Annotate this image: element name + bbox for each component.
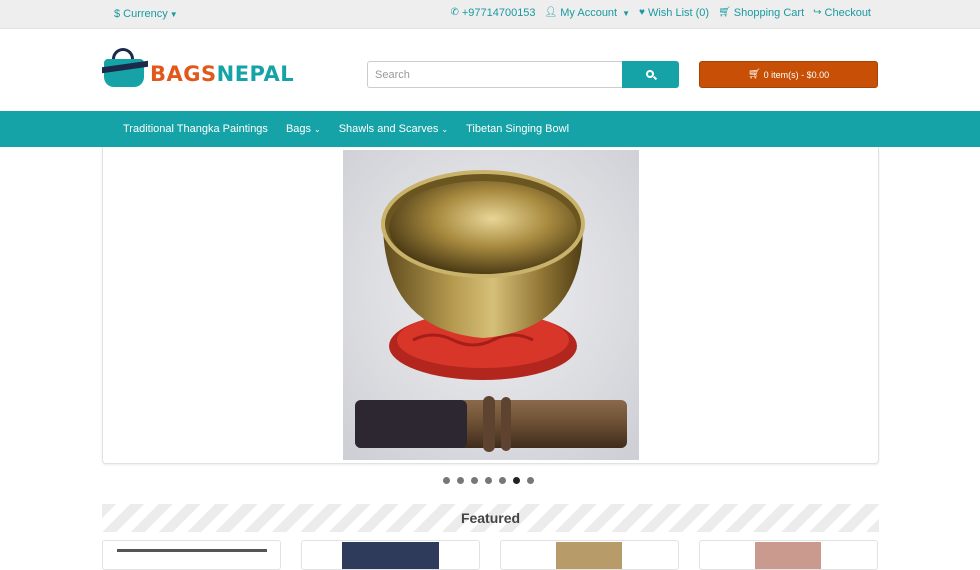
product-thumbnail: [755, 542, 821, 569]
menu-item-label: Bags: [285, 123, 312, 135]
menu-item-label: Shawls and Scarves: [338, 123, 439, 135]
phone-icon: ✆: [450, 7, 459, 18]
product-card[interactable]: [500, 540, 679, 570]
share-icon: ↪: [813, 7, 822, 18]
product-thumbnail: [556, 542, 622, 569]
shopping-cart-link[interactable]: 🛒︎ Shopping Cart: [718, 7, 804, 19]
header: BAGSNEPAL 🛒︎ 0 item(s) - $0.00: [0, 29, 980, 111]
bag-logo-icon: [102, 48, 148, 88]
heart-icon: ♥: [639, 7, 645, 18]
cart-button[interactable]: 🛒︎ 0 item(s) - $0.00: [699, 61, 878, 88]
slider-pagination: [443, 477, 534, 484]
phone-link[interactable]: ✆ +97714700153: [450, 7, 535, 19]
logo-text-part1: BAGS: [150, 62, 217, 86]
my-account-dropdown[interactable]: 👤︎ My Account ▼: [545, 7, 630, 19]
featured-heading-bar: Featured: [102, 504, 879, 532]
search-button[interactable]: [622, 61, 679, 88]
search-icon: [645, 69, 657, 80]
slider-dot[interactable]: [457, 477, 464, 484]
top-bar: $ Currency ▼ ✆ +97714700153 👤︎ My Account…: [0, 0, 980, 29]
chevron-down-icon: ⌄: [441, 124, 449, 134]
caret-down-icon: ▼: [622, 8, 631, 18]
menu-item-singing-bowl[interactable]: Tibetan Singing Bowl: [457, 111, 578, 147]
featured-heading: Featured: [460, 510, 521, 526]
menu-item-label: Traditional Thangka Paintings: [123, 123, 268, 135]
search-bar: [367, 61, 679, 88]
menu-item-label: Tibetan Singing Bowl: [466, 123, 570, 135]
menu-item-bags[interactable]: Bags ⌄: [277, 111, 330, 147]
cart-icon: 🛒︎: [747, 68, 761, 80]
user-icon: 👤︎: [544, 7, 558, 18]
logo-text: BAGSNEPAL: [150, 62, 294, 86]
product-card[interactable]: [699, 540, 878, 570]
checkout-link[interactable]: ↪ Checkout: [813, 7, 871, 19]
menu-item-shawls-and-scarves[interactable]: Shawls and Scarves ⌄: [330, 111, 457, 147]
product-grid: [102, 540, 879, 570]
checkout-label: Checkout: [824, 7, 871, 19]
currency-dropdown[interactable]: $ Currency ▼: [114, 8, 178, 20]
singing-bowl-image[interactable]: [343, 150, 639, 460]
product-card[interactable]: [301, 540, 480, 570]
logo-text-part2: NEPAL: [216, 62, 295, 86]
wish-list-label: Wish List (0): [647, 7, 710, 19]
search-input[interactable]: [367, 61, 622, 88]
slider-dot[interactable]: [485, 477, 492, 484]
wish-list-link[interactable]: ♥ Wish List (0): [639, 7, 709, 19]
phone-number: +97714700153: [461, 7, 536, 19]
main-menu: Traditional Thangka Paintings Bags ⌄ Sha…: [0, 111, 980, 147]
shopping-cart-label: Shopping Cart: [733, 7, 805, 19]
top-links: ✆ +97714700153 👤︎ My Account ▼ ♥ Wish Li…: [450, 7, 871, 19]
product-thumbnail: [342, 542, 439, 569]
menu-item-thangka-paintings[interactable]: Traditional Thangka Paintings: [114, 111, 277, 147]
slider-dot[interactable]: [471, 477, 478, 484]
chevron-down-icon: ⌄: [314, 124, 321, 134]
logo[interactable]: BAGSNEPAL: [102, 44, 302, 92]
product-card[interactable]: [102, 540, 281, 570]
caret-down-icon: ▼: [169, 10, 178, 19]
cart-icon: 🛒︎: [718, 7, 731, 18]
image-slider[interactable]: [102, 147, 879, 464]
slider-dot[interactable]: [513, 477, 520, 484]
currency-label: $ Currency: [114, 8, 168, 20]
cart-total: 0 item(s) - $0.00: [763, 69, 830, 80]
slider-dot[interactable]: [527, 477, 534, 484]
slider-dot[interactable]: [499, 477, 506, 484]
my-account-label: My Account: [560, 7, 618, 19]
slider-dot[interactable]: [443, 477, 450, 484]
